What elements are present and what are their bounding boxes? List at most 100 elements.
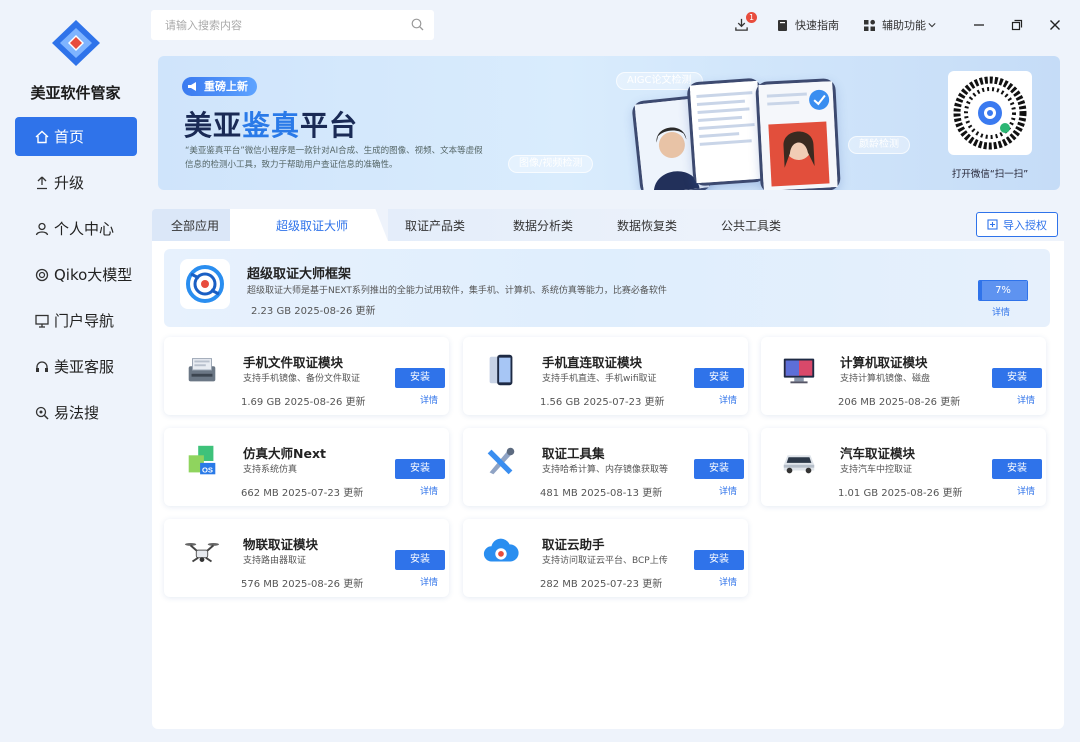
app-card-description: 支持访问取证云平台、BCP上传 (542, 556, 668, 566)
app-card[interactable]: 手机文件取证模块 支持手机镜像、备份文件取证 1.69 GB 2025-08-26 … (164, 337, 449, 415)
assist-label: 辅助功能 (882, 19, 926, 32)
tab-forensic-products[interactable]: 取证产品类 (388, 209, 482, 241)
sidebar-item-profile[interactable]: 个人中心 (15, 209, 137, 248)
sidebar-item-label: 个人中心 (54, 220, 115, 238)
app-card-description: 支持手机直连、手机wifi取证 (542, 374, 657, 384)
search-box (151, 10, 434, 40)
featured-app-card[interactable]: 超级取证大师框架 超级取证大师是基于NEXT系列推出的全能力试用软件，集手机、计… (164, 249, 1050, 327)
install-button[interactable]: 安装 (395, 368, 445, 388)
toolkit-icon (478, 438, 524, 484)
tab-super-forensic[interactable]: 超级取证大师 (256, 209, 368, 241)
sidebar-item-service[interactable]: 美亚客服 (15, 347, 137, 386)
sidebar: 美亚软件管家 首页 升级 个人中心 Qiko大模型 门户导航 美亚客服 易法搜 (0, 0, 151, 742)
app-card-name: 物联取证模块 (243, 537, 319, 552)
sidebar-item-label: 门户导航 (54, 312, 115, 330)
close-icon (1050, 20, 1060, 30)
tab-all-apps[interactable]: 全部应用 (152, 209, 238, 241)
install-button[interactable]: 安装 (395, 550, 445, 570)
detail-link[interactable]: 详情 (420, 575, 438, 588)
app-card[interactable]: 计算机取证模块 支持计算机镜像、磁盘 206 MB 2025-08-26 更新 安装详… (761, 337, 1046, 415)
sidebar-item-upgrade[interactable]: 升级 (15, 163, 137, 202)
qr-caption: 打开微信“扫一扫” (951, 169, 1029, 180)
chevron-down-icon (928, 23, 936, 28)
app-card-name: 计算机取证模块 (840, 355, 928, 370)
install-button[interactable]: 安装 (395, 459, 445, 479)
sidebar-item-portal[interactable]: 门户导航 (15, 301, 137, 340)
app-card[interactable]: OS 仿真大师Next 支持系统仿真 662 MB 2025-07-23 更新 安装 详情 (164, 428, 449, 506)
image-video-detect-pill: 图像/视频检测 (508, 155, 594, 173)
qr-code (948, 71, 1032, 155)
detail-link[interactable]: 详情 (420, 393, 438, 406)
install-button[interactable]: 安装 (694, 459, 744, 479)
detail-link[interactable]: 详情 (719, 575, 737, 588)
megaphone-icon (188, 82, 196, 91)
sidebar-item-home[interactable]: 首页 (15, 117, 137, 156)
import-license-label: 导入授权 (1003, 218, 1047, 232)
sidebar-item-label: 易法搜 (54, 404, 100, 422)
app-card-name: 手机直连取证模块 (542, 355, 643, 370)
phone-icon (478, 347, 524, 393)
download-progress-bar: 7% (978, 280, 1028, 301)
app-card[interactable]: 取证云助手 支持访问取证云平台、BCP上传 282 MB 2025-07-23 更新… (463, 519, 748, 597)
app-name: 美亚软件管家 (30, 84, 121, 102)
app-card-meta: 1.01 GB 2025-08-26 更新 (838, 488, 963, 499)
detail-link[interactable]: 详情 (719, 484, 737, 497)
app-card-name: 仿真大师Next (243, 446, 326, 461)
search-law-icon (34, 405, 50, 421)
banner-description: “美亚鉴真平台”微信小程序是一款针对AI合成、生成的图像、视频、文本等虚假信息的… (185, 146, 483, 170)
phone-mockups-illustration (628, 76, 858, 190)
ai-model-icon (34, 267, 50, 283)
tab-data-recovery[interactable]: 数据恢复类 (600, 209, 694, 241)
home-icon (34, 129, 50, 145)
top-toolbar: 1 快速指南 辅助功能 (734, 12, 1080, 36)
banner-title-highlight: 鉴真 (242, 109, 301, 142)
detail-link[interactable]: 详情 (420, 484, 438, 497)
app-card-meta: 576 MB 2025-08-26 更新 (241, 579, 364, 590)
quick-guide-button[interactable]: 快速指南 (776, 17, 839, 33)
app-card[interactable]: 物联取证模块支持路由器取证 576 MB 2025-08-26 更新 安装详情 (164, 519, 449, 597)
quick-guide-label: 快速指南 (795, 19, 839, 32)
app-card-meta: 1.69 GB 2025-08-26 更新 (241, 397, 366, 408)
install-button[interactable]: 安装 (992, 368, 1042, 388)
car-icon (776, 438, 822, 484)
cloud-icon (478, 529, 524, 575)
install-button[interactable]: 安装 (694, 368, 744, 388)
app-card-description: 支持计算机镜像、磁盘 (840, 374, 931, 384)
app-card[interactable]: 手机直连取证模块支持手机直连、手机wifi取证 1.56 GB 2025-07-2… (463, 337, 748, 415)
sidebar-item-qiko[interactable]: Qiko大模型 (15, 255, 137, 294)
detail-link[interactable]: 详情 (719, 393, 737, 406)
detail-link[interactable]: 详情 (1017, 393, 1035, 406)
app-card[interactable]: 取证工具集 支持哈希计算、内存镜像获取等 481 MB 2025-08-13 更新 安… (463, 428, 748, 506)
tab-public-tools[interactable]: 公共工具类 (704, 209, 798, 241)
banner-title: 美亚鉴真平台 (184, 104, 358, 144)
phone-mockup-right (755, 77, 841, 190)
close-button[interactable] (1036, 19, 1074, 31)
sidebar-item-label: 升级 (54, 174, 85, 192)
detail-link[interactable]: 详情 (1017, 484, 1035, 497)
category-tabs: 全部应用 超级取证大师 取证产品类 数据分析类 数据恢复类 公共工具类 (152, 209, 1058, 241)
progress-label: 7% (995, 285, 1011, 296)
app-card-description: 支持路由器取证 (243, 556, 307, 566)
featured-app-description: 超级取证大师是基于NEXT系列推出的全能力试用软件，集手机、计算机、系统仿真等能… (247, 286, 667, 296)
user-icon (34, 221, 50, 237)
download-badge: 1 (746, 12, 757, 23)
sidebar-item-lawsearch[interactable]: 易法搜 (15, 393, 137, 432)
app-card-description: 支持汽车中控取证 (840, 465, 913, 475)
download-button[interactable]: 1 (734, 12, 757, 33)
promo-banner[interactable]: 重磅上新 美亚鉴真平台 “美亚鉴真平台”微信小程序是一款针对AI合成、生成的图像… (158, 56, 1060, 190)
import-license-button[interactable]: 导入授权 (976, 212, 1058, 237)
restore-button[interactable] (998, 19, 1036, 31)
search-icon[interactable] (411, 18, 424, 31)
app-card-meta: 1.56 GB 2025-07-23 更新 (540, 397, 665, 408)
install-button[interactable]: 安装 (992, 459, 1042, 479)
install-button[interactable]: 安装 (694, 550, 744, 570)
tab-data-analysis[interactable]: 数据分析类 (496, 209, 590, 241)
app-card[interactable]: 汽车取证模块 支持汽车中控取证 1.01 GB 2025-08-26 更新 安装 详情 (761, 428, 1046, 506)
featured-detail-link[interactable]: 详情 (992, 305, 1010, 318)
featured-app-meta: 2.23 GB 2025-08-26 更新 (251, 306, 376, 317)
minimize-button[interactable] (960, 19, 998, 31)
assist-menu-button[interactable]: 辅助功能 (863, 17, 936, 33)
scanner-icon (179, 347, 225, 393)
search-input[interactable] (165, 18, 405, 32)
app-card-name: 取证工具集 (542, 446, 605, 461)
